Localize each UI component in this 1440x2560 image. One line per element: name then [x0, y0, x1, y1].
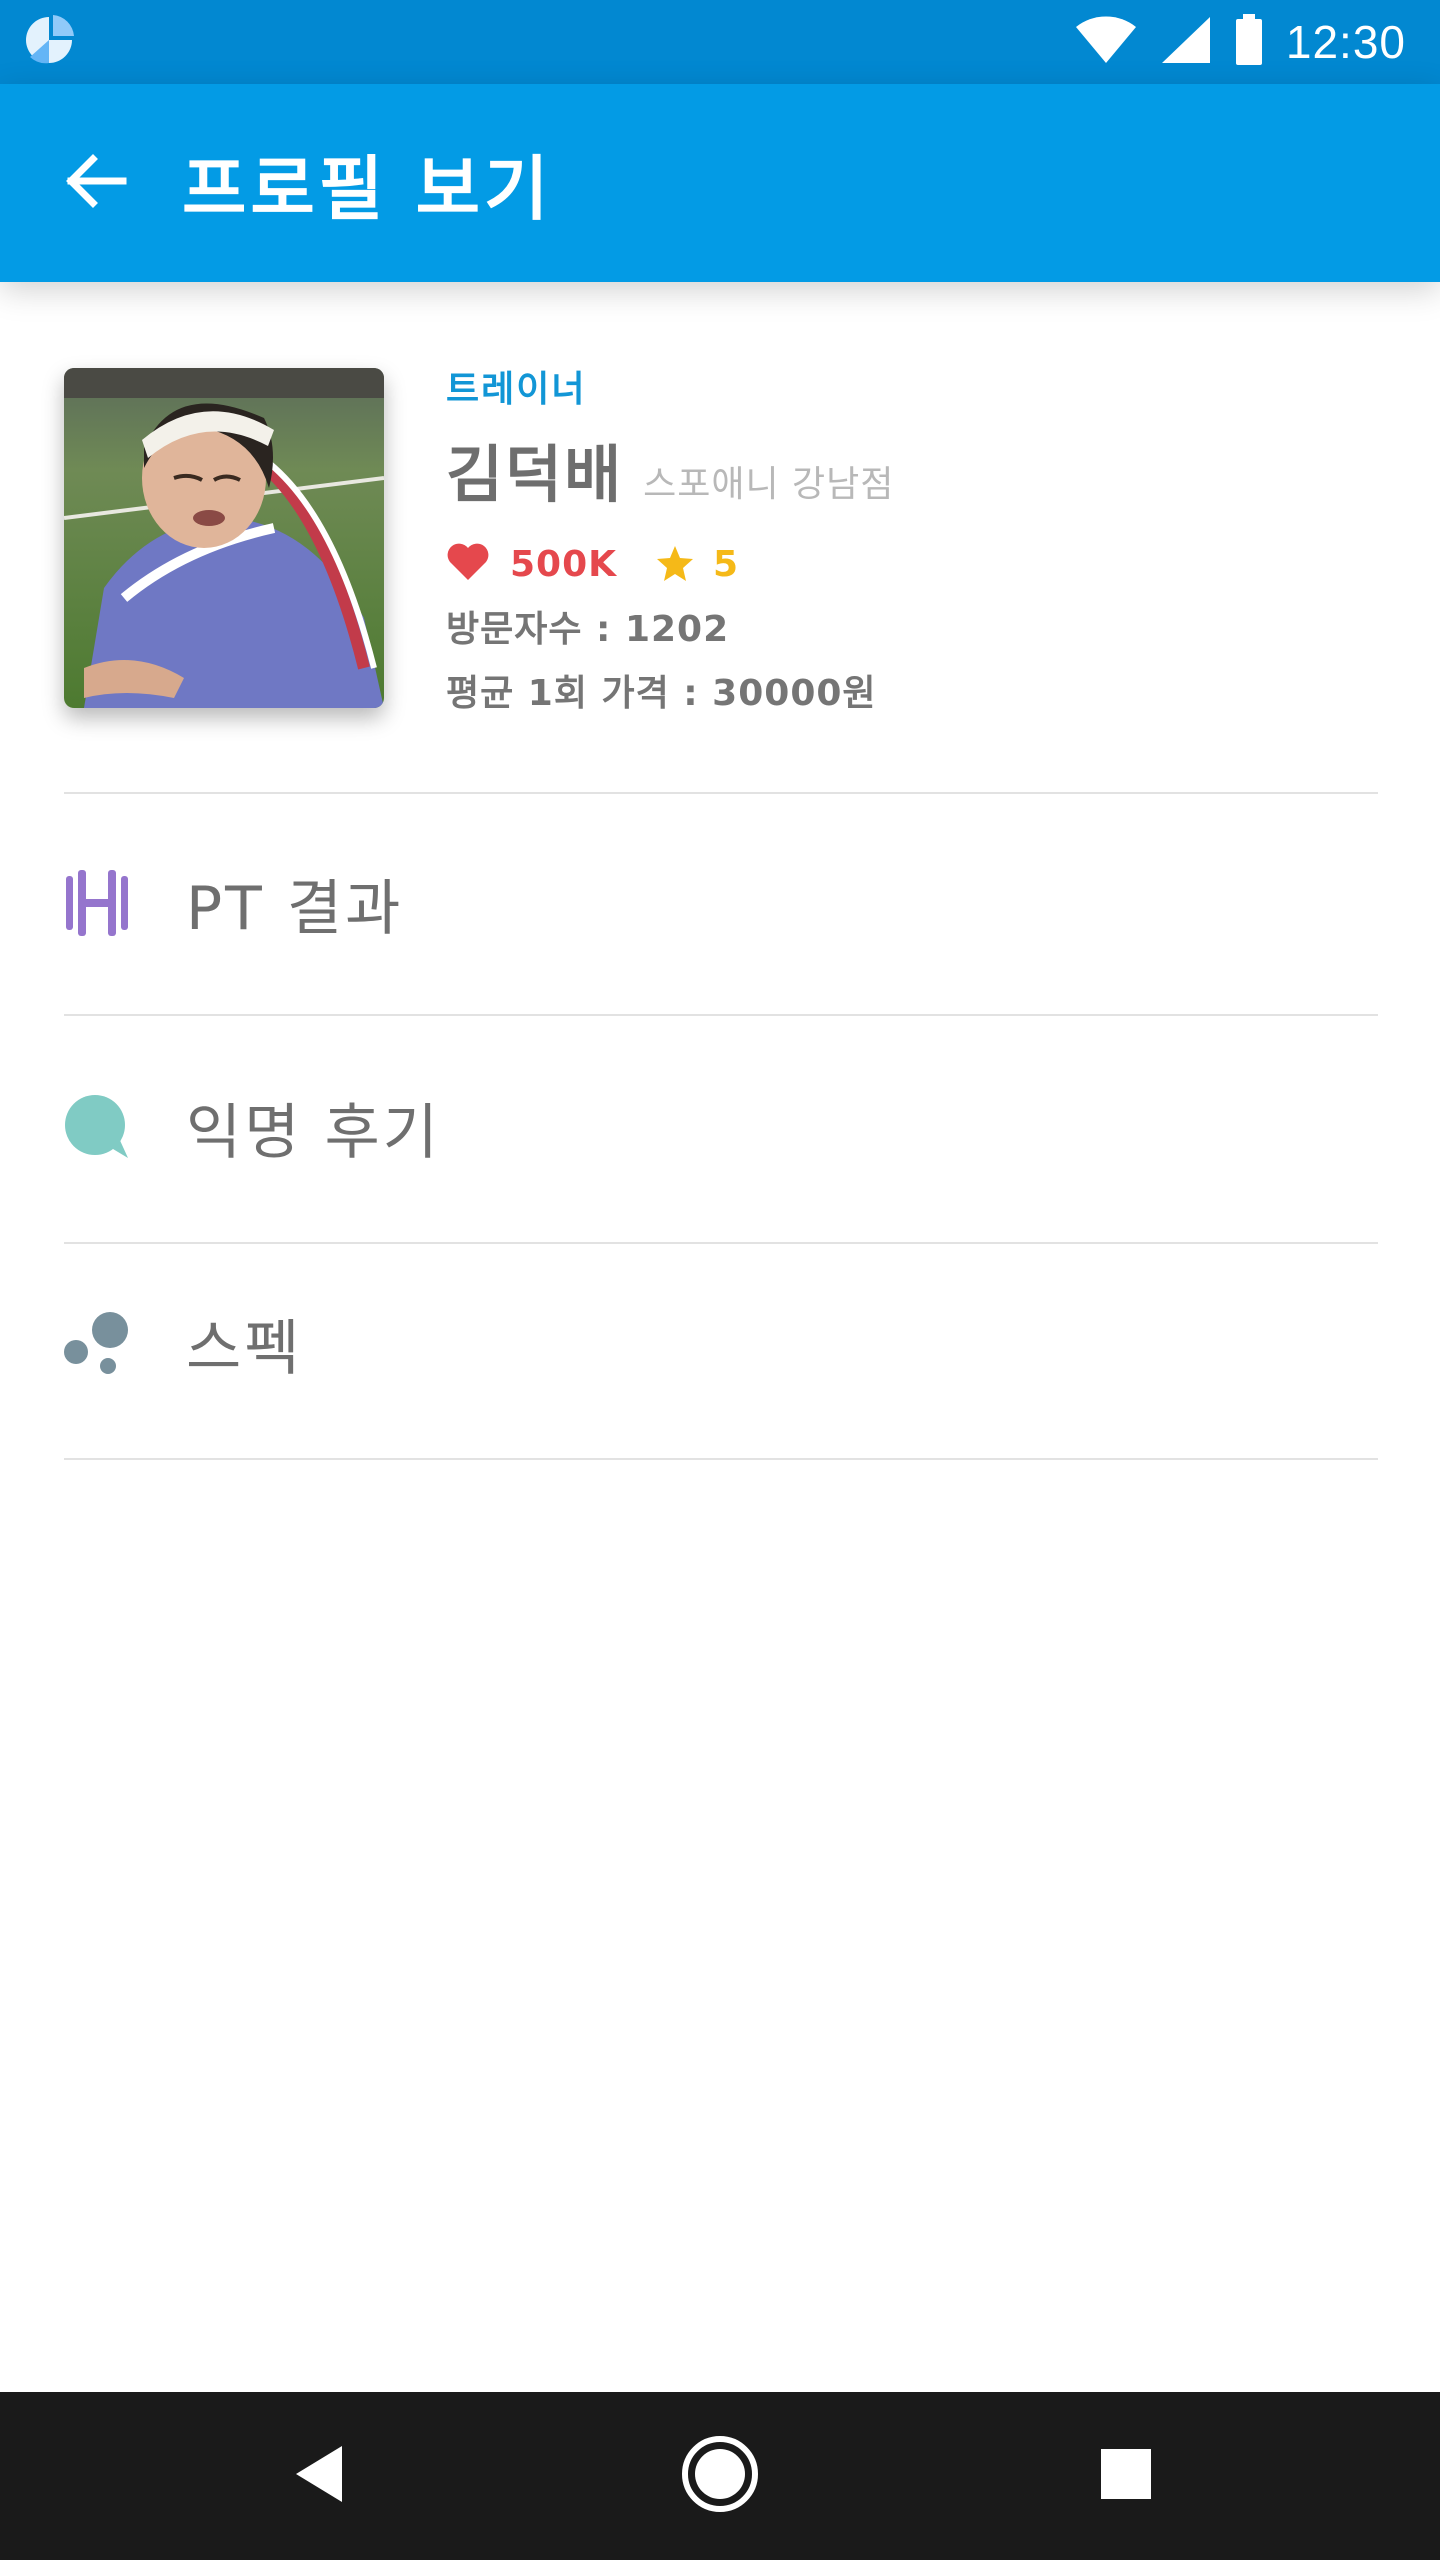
status-time: 12:30	[1285, 16, 1406, 68]
chat-bubble-icon	[64, 1094, 130, 1160]
system-nav-bar	[0, 2392, 1440, 2560]
visitors-count: 방문자수 : 1202	[446, 609, 730, 650]
nav-recents-button[interactable]	[1066, 2416, 1186, 2536]
divider	[64, 792, 1378, 794]
trainer-name: 김덕배	[446, 438, 624, 511]
status-left	[22, 13, 76, 71]
profile-card: 트레이너 김덕배 스포애니 강남점 500K 5 방문자수: 1202 평균 …	[64, 368, 1378, 714]
home-circle-icon	[680, 2434, 760, 2518]
stats-row: 500K 5	[446, 540, 894, 588]
nav-back-button[interactable]	[260, 2416, 380, 2536]
avatar	[64, 368, 384, 708]
star-icon	[655, 544, 695, 584]
menu-item-pt-results[interactable]: PT 결과	[64, 838, 1378, 968]
menu-item-anonymous-reviews[interactable]: 익명 후기	[64, 1062, 1378, 1192]
back-triangle-icon	[292, 2444, 348, 2508]
app-logo-icon	[22, 13, 76, 71]
status-bar: 12:30	[0, 0, 1440, 84]
menu-label-pt-results: PT 결과	[186, 873, 404, 944]
divider	[64, 1458, 1378, 1460]
heart-icon	[446, 542, 490, 586]
recents-square-icon	[1099, 2447, 1153, 2505]
likes-count: 500K	[510, 543, 618, 585]
bubbles-icon	[64, 1310, 130, 1376]
average-price: 평균 1회 가격 : 30000원	[446, 673, 877, 714]
rating-value: 5	[713, 543, 739, 585]
menu-label-anonymous-reviews: 익명 후기	[186, 1097, 441, 1168]
role-label: 트레이너	[446, 369, 587, 410]
signal-icon	[1160, 15, 1212, 69]
status-right: 12:30	[1074, 14, 1406, 70]
app-bar: 프로필 보기	[0, 84, 1440, 282]
nav-home-button[interactable]	[660, 2416, 780, 2536]
battery-icon	[1234, 14, 1264, 70]
screen: 12:30 프로필 보기 트레이너 김덕배 스포애니 강남점 500K 5 방문…	[0, 0, 1440, 2560]
menu-label-specs: 스펙	[186, 1313, 303, 1384]
dumbbell-icon	[64, 870, 130, 936]
divider	[64, 1242, 1378, 1244]
menu-item-specs[interactable]: 스펙	[64, 1278, 1378, 1408]
page-title: 프로필 보기	[182, 147, 553, 230]
profile-info: 트레이너 김덕배 스포애니 강남점 500K 5 방문자수: 1202 평균 …	[446, 368, 894, 718]
name-row: 김덕배 스포애니 강남점	[446, 424, 894, 514]
arrow-back-icon	[63, 149, 127, 217]
wifi-icon	[1074, 15, 1138, 69]
back-button[interactable]	[50, 138, 140, 228]
branch-name: 스포애니 강남점	[643, 464, 895, 505]
divider	[64, 1014, 1378, 1016]
